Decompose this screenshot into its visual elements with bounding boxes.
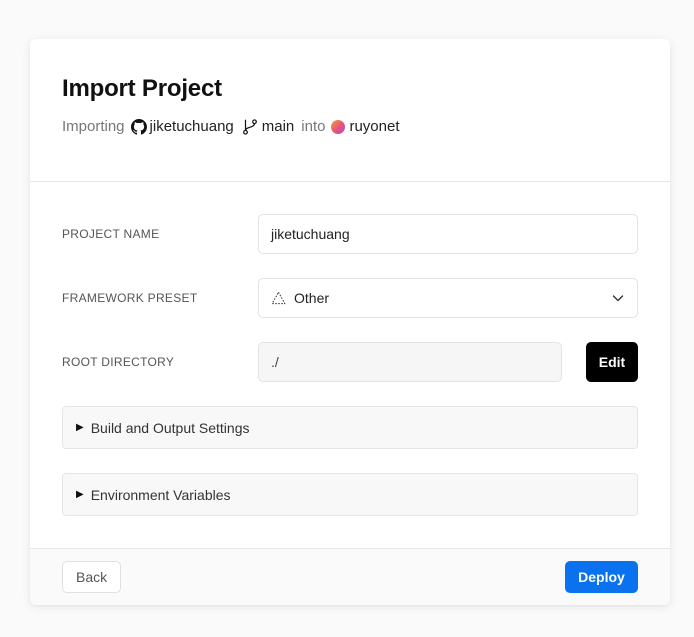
card-header: Import Project Importing jiketuchuang ma… bbox=[30, 39, 670, 182]
import-source-line: Importing jiketuchuang main into ruyonet bbox=[62, 117, 638, 137]
branch-name[interactable]: main bbox=[262, 117, 295, 137]
chevron-down-icon bbox=[611, 291, 625, 305]
root-directory-input: ./ bbox=[258, 342, 562, 382]
git-branch-icon bbox=[241, 118, 259, 136]
caret-right-icon: ▶ bbox=[76, 489, 84, 500]
project-name-input[interactable]: jiketuchuang bbox=[258, 214, 638, 254]
environment-variables-toggle[interactable]: ▶ Environment Variables bbox=[62, 473, 638, 516]
project-name-row: PROJECT NAME jiketuchuang bbox=[62, 214, 638, 254]
import-project-card: Import Project Importing jiketuchuang ma… bbox=[30, 39, 670, 605]
form-body: PROJECT NAME jiketuchuang FRAMEWORK PRES… bbox=[30, 182, 670, 516]
page-title: Import Project bbox=[62, 75, 222, 102]
framework-preset-label: FRAMEWORK PRESET bbox=[62, 291, 198, 305]
build-output-settings-toggle[interactable]: ▶ Build and Output Settings bbox=[62, 406, 638, 449]
into-label: into bbox=[301, 118, 326, 135]
root-directory-label: ROOT DIRECTORY bbox=[62, 355, 175, 369]
framework-preset-row: FRAMEWORK PRESET Other bbox=[62, 278, 638, 318]
edit-root-directory-button[interactable]: Edit bbox=[586, 342, 638, 382]
deploy-button[interactable]: Deploy bbox=[565, 561, 638, 593]
root-directory-value: ./ bbox=[271, 354, 279, 370]
card-footer: Back Deploy bbox=[30, 548, 670, 605]
team-avatar bbox=[331, 120, 346, 134]
triangle-outline-icon bbox=[271, 291, 286, 305]
root-directory-row: ROOT DIRECTORY ./ Edit bbox=[62, 342, 638, 382]
caret-right-icon: ▶ bbox=[76, 422, 84, 433]
project-name-value: jiketuchuang bbox=[271, 226, 350, 242]
project-name-label: PROJECT NAME bbox=[62, 227, 160, 241]
environment-variables-label: Environment Variables bbox=[90, 486, 231, 503]
framework-preset-select[interactable]: Other bbox=[258, 278, 638, 318]
framework-preset-value: Other bbox=[294, 290, 330, 306]
back-button[interactable]: Back bbox=[62, 561, 122, 593]
github-icon bbox=[130, 119, 147, 135]
importing-label: Importing bbox=[62, 118, 125, 135]
repo-name[interactable]: jiketuchuang bbox=[150, 117, 234, 137]
build-output-settings-label: Build and Output Settings bbox=[90, 419, 250, 436]
team-name[interactable]: ruyonet bbox=[349, 117, 399, 137]
